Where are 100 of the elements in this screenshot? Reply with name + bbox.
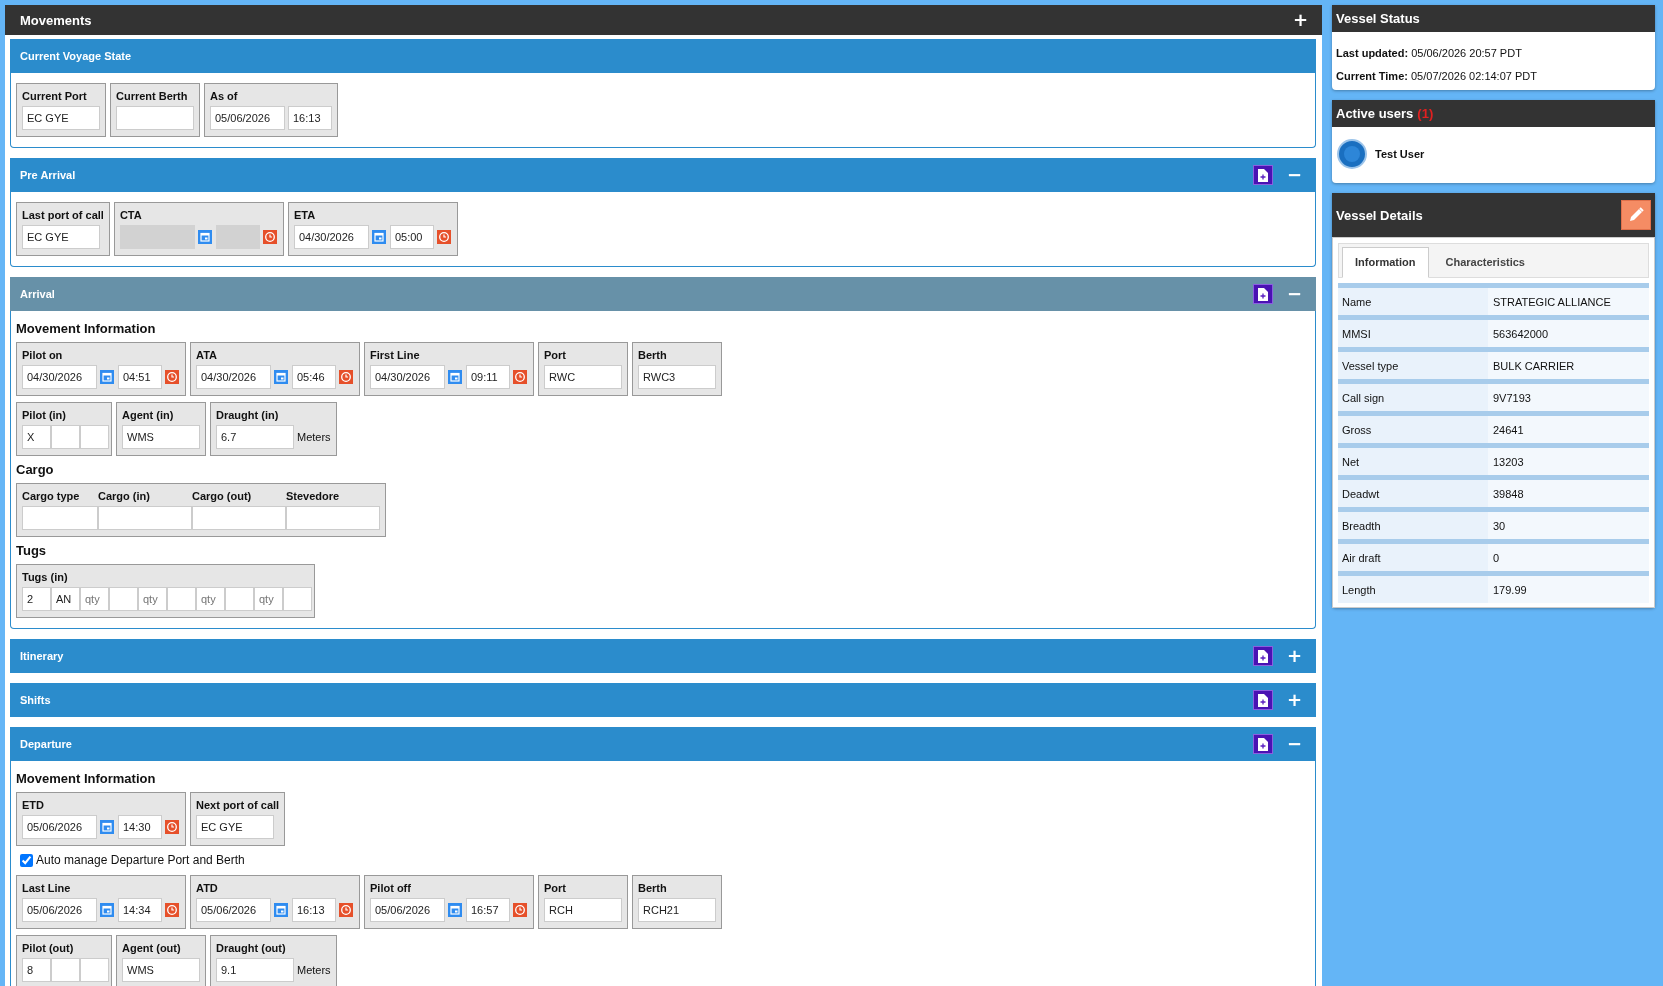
input-field[interactable]: 9.1: [216, 958, 294, 982]
input-field[interactable]: [80, 425, 109, 449]
field-label: Stevedore: [286, 490, 341, 502]
input-field[interactable]: 05/06/2026: [196, 898, 271, 922]
edit-button[interactable]: [1621, 200, 1651, 230]
input-field[interactable]: [167, 587, 196, 611]
input-field[interactable]: [51, 425, 80, 449]
input-field[interactable]: [116, 106, 194, 130]
input-field[interactable]: qty: [80, 587, 109, 611]
input-field[interactable]: 6.7: [216, 425, 294, 449]
input-field[interactable]: 04/30/2026: [196, 365, 271, 389]
input-field[interactable]: 05/06/2026: [210, 106, 285, 130]
input-field[interactable]: RWC3: [638, 365, 716, 389]
section-title: Shifts: [20, 694, 51, 706]
input-field[interactable]: [98, 506, 192, 530]
calendar-icon[interactable]: [197, 230, 212, 244]
calendar-icon[interactable]: [100, 820, 114, 834]
table-cell: BULK CARRIER: [1488, 352, 1649, 379]
calendar-icon[interactable]: [274, 903, 288, 917]
clock-icon[interactable]: [339, 903, 353, 917]
input-field[interactable]: [192, 506, 286, 530]
input-field[interactable]: [225, 587, 254, 611]
clock-icon[interactable]: [262, 230, 277, 244]
add-document-button[interactable]: [1252, 646, 1273, 666]
subsection-heading: Movement Information: [16, 321, 157, 336]
section-header[interactable]: Departure −: [10, 727, 1316, 761]
input-field[interactable]: [51, 958, 80, 982]
field-label: Berth: [638, 349, 668, 361]
input-field[interactable]: [109, 587, 138, 611]
toggle-button[interactable]: −: [1282, 166, 1306, 184]
input-field[interactable]: 05:00: [389, 225, 434, 249]
input-field[interactable]: 09:11: [466, 365, 510, 389]
input-field[interactable]: [80, 958, 109, 982]
input-field[interactable]: AN: [51, 587, 80, 611]
input-field[interactable]: qty: [254, 587, 283, 611]
input-field[interactable]: 04/30/2026: [22, 365, 97, 389]
input-field[interactable]: X: [22, 425, 51, 449]
input-field[interactable]: 04/30/2026: [370, 365, 445, 389]
add-document-button[interactable]: [1252, 165, 1273, 185]
clock-icon[interactable]: [339, 370, 353, 384]
input-field[interactable]: [286, 506, 380, 530]
input-field[interactable]: [22, 506, 98, 530]
add-document-button[interactable]: [1252, 734, 1273, 754]
input-field[interactable]: RCH: [544, 898, 622, 922]
input-field[interactable]: EC GYE: [22, 225, 100, 249]
clock-icon[interactable]: [436, 230, 451, 244]
input-field[interactable]: 05/06/2026: [370, 898, 445, 922]
section-title: Itinerary: [20, 650, 64, 662]
toggle-button[interactable]: +: [1282, 691, 1306, 709]
calendar-icon[interactable]: [448, 370, 462, 384]
input-field[interactable]: RCH21: [638, 898, 716, 922]
calendar-icon[interactable]: [371, 230, 386, 244]
input-field[interactable]: 14:34: [118, 898, 162, 922]
calendar-icon[interactable]: [274, 370, 288, 384]
input-field[interactable]: WMS: [122, 958, 200, 982]
input-field[interactable]: 05/06/2026: [22, 898, 97, 922]
clock-icon[interactable]: [165, 370, 179, 384]
section-header[interactable]: Current Voyage State: [10, 39, 1316, 73]
clock-icon[interactable]: [513, 903, 527, 917]
calendar-icon[interactable]: [448, 903, 462, 917]
input-field[interactable]: 14:30: [118, 815, 162, 839]
input-field[interactable]: 05/06/2026: [22, 815, 97, 839]
add-document-button[interactable]: [1252, 690, 1273, 710]
clock-icon[interactable]: [165, 903, 179, 917]
input-field[interactable]: qty: [138, 587, 167, 611]
input-field[interactable]: [283, 587, 312, 611]
input-field[interactable]: EC GYE: [196, 815, 274, 839]
input-field[interactable]: RWC: [544, 365, 622, 389]
input-field[interactable]: 04:51: [118, 365, 162, 389]
section-header[interactable]: Pre Arrival −: [10, 158, 1316, 192]
calendar-icon[interactable]: [100, 903, 114, 917]
toggle-button[interactable]: −: [1282, 735, 1306, 753]
panel-title: Movements: [20, 12, 92, 28]
toggle-button[interactable]: +: [1282, 647, 1306, 665]
input-field[interactable]: WMS: [122, 425, 200, 449]
clock-icon[interactable]: [513, 370, 527, 384]
unit-label: Meters: [297, 431, 331, 443]
input-field[interactable]: 16:13: [292, 898, 336, 922]
checkbox[interactable]: [20, 853, 33, 867]
input-field[interactable]: 16:13: [288, 106, 332, 130]
clock-icon[interactable]: [165, 820, 179, 834]
input-field[interactable]: 05:46: [292, 365, 336, 389]
pencil-icon: [1627, 206, 1645, 224]
input-field[interactable]: 2: [22, 587, 51, 611]
table-cell: 39848: [1488, 480, 1649, 507]
tab[interactable]: Information: [1342, 247, 1429, 278]
section-header[interactable]: Shifts +: [10, 683, 1316, 717]
input-field[interactable]: 16:57: [466, 898, 510, 922]
tab[interactable]: Characteristics: [1432, 247, 1538, 278]
section-header[interactable]: Itinerary +: [10, 639, 1316, 673]
input-field[interactable]: 04/30/2026: [293, 225, 369, 249]
field-label: Port: [544, 349, 567, 361]
input-field[interactable]: EC GYE: [22, 106, 100, 130]
add-document-button[interactable]: [1252, 284, 1273, 304]
field-label: CTA: [119, 209, 143, 221]
table-cell: Call sign: [1338, 384, 1488, 411]
toggle-button[interactable]: +: [1288, 11, 1312, 29]
input-field[interactable]: qty: [196, 587, 225, 611]
calendar-icon[interactable]: [100, 370, 114, 384]
input-field[interactable]: 8: [22, 958, 51, 982]
